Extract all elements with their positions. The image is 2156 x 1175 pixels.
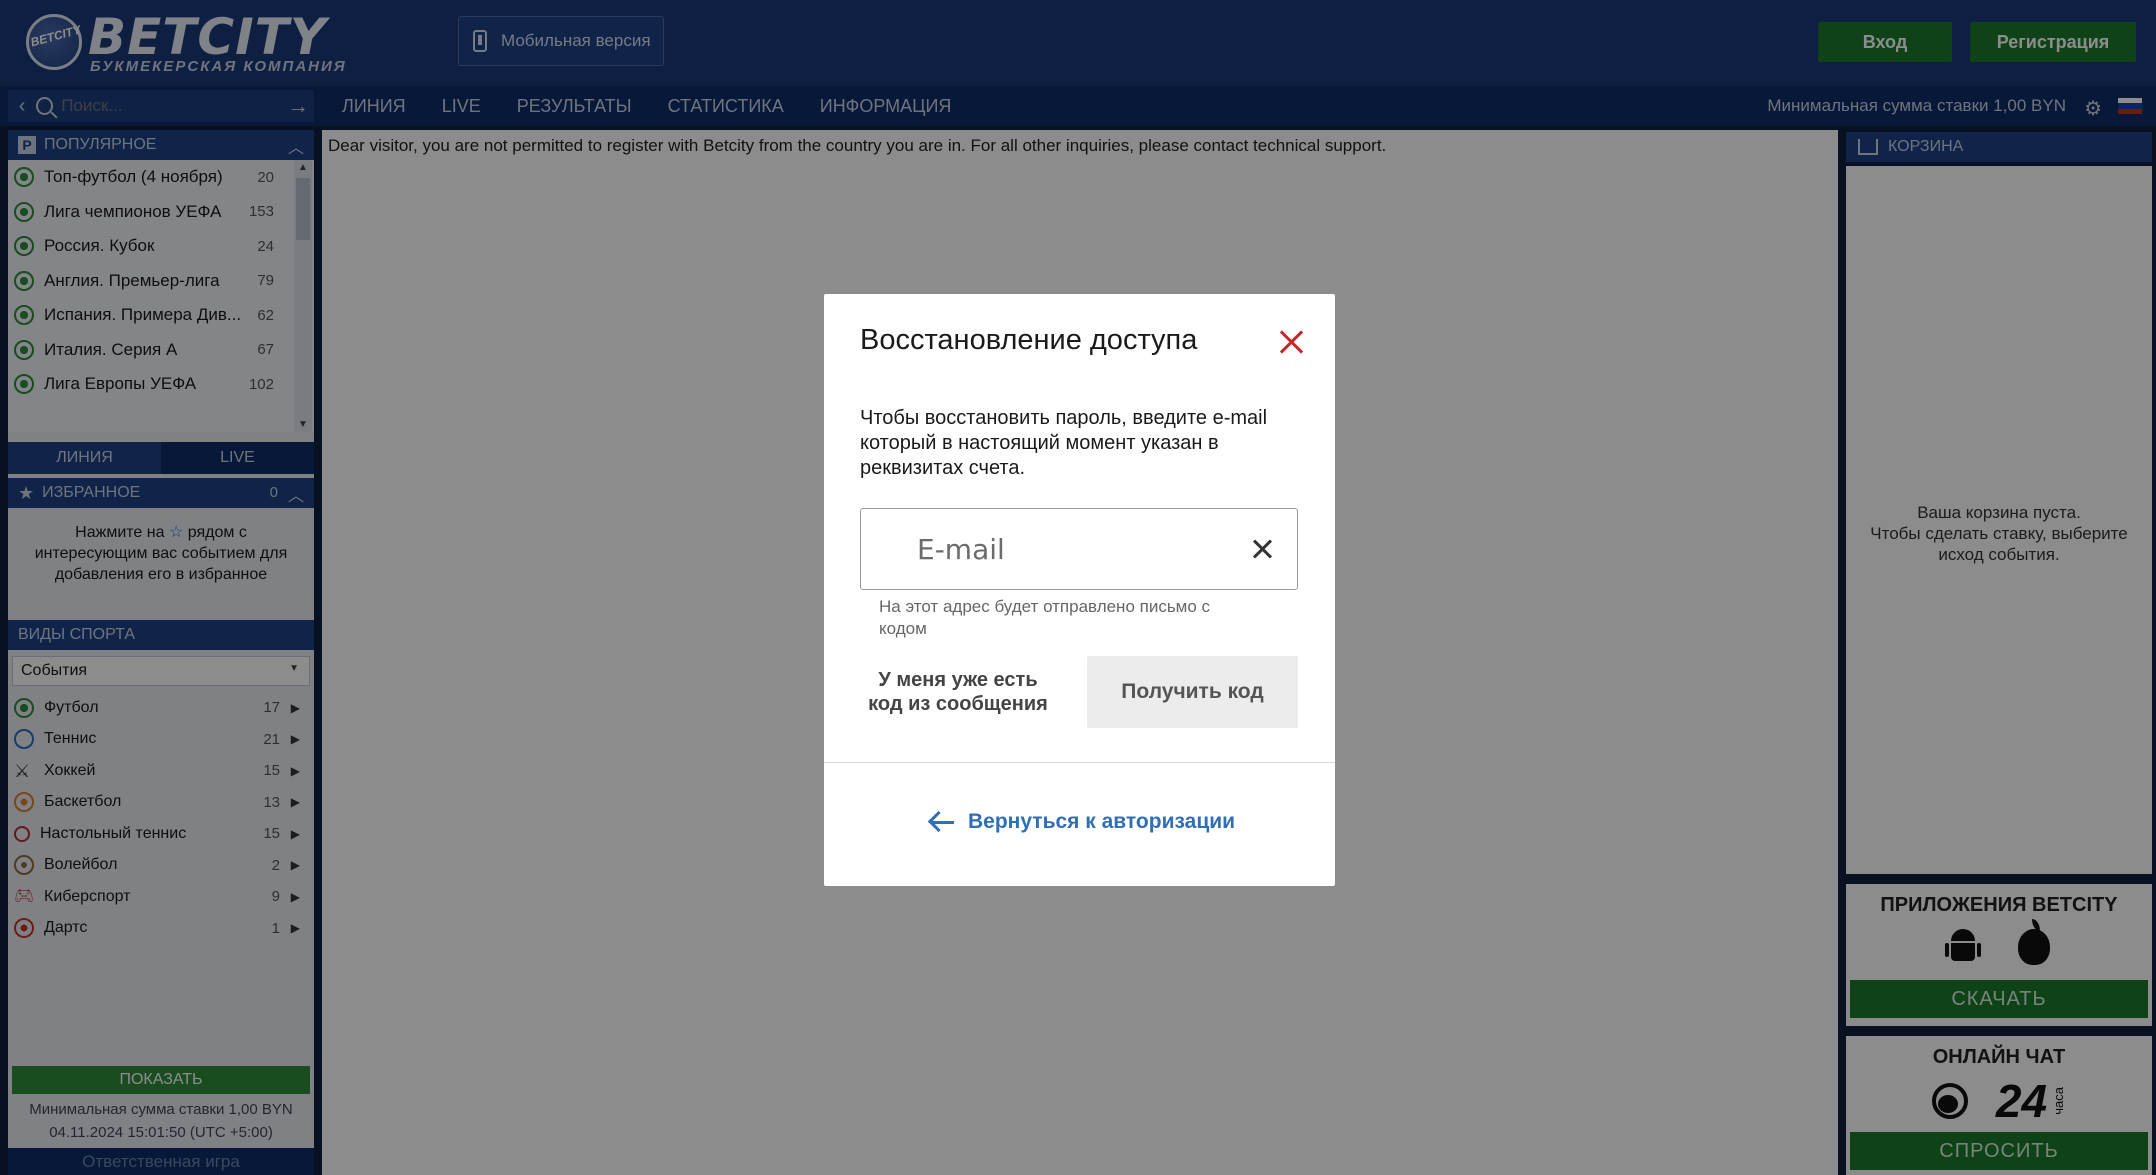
email-field-wrapper xyxy=(860,508,1298,590)
clear-input-icon[interactable] xyxy=(1251,537,1275,561)
password-recovery-modal: Восстановление доступа Чтобы восстановит… xyxy=(824,294,1335,886)
email-field[interactable] xyxy=(917,532,1237,566)
get-code-button[interactable]: Получить код xyxy=(1087,656,1298,728)
close-icon[interactable] xyxy=(1274,324,1310,360)
email-hint: На этот адрес будет отправлено письмо с … xyxy=(879,597,1211,638)
modal-title: Восстановление доступа xyxy=(860,324,1198,356)
modal-divider xyxy=(824,762,1335,763)
back-to-login-link[interactable]: Вернуться к авторизации xyxy=(928,810,1235,834)
arrow-left-icon xyxy=(928,811,954,833)
back-to-login-label: Вернуться к авторизации xyxy=(968,810,1236,833)
modal-description: Чтобы восстановить пароль, введите e-mai… xyxy=(860,407,1268,479)
have-code-button[interactable]: У меня уже есть код из сообщения xyxy=(860,668,1056,716)
